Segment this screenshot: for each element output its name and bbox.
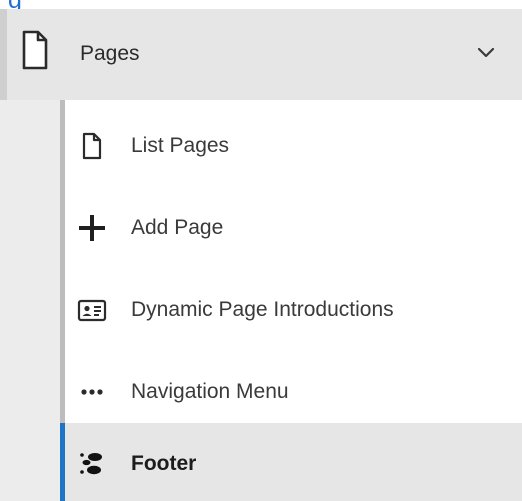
- menu-item-label: Add Page: [131, 216, 224, 239]
- page-icon: [22, 30, 48, 70]
- sidebar-nav: g Pages List Pages Add Page Dynamic Page…: [0, 0, 522, 501]
- menu-item-list-pages[interactable]: List Pages: [65, 105, 522, 187]
- active-indicator: [60, 423, 65, 501]
- plus-icon: [79, 215, 105, 241]
- page-icon: [82, 132, 102, 160]
- more-horizontal-icon: [81, 389, 103, 395]
- menu-item-add-page[interactable]: Add Page: [65, 187, 522, 269]
- pages-submenu: List Pages Add Page Dynamic Page Introdu…: [0, 100, 522, 501]
- menu-item-label: List Pages: [131, 134, 230, 157]
- menu-item-footer[interactable]: Footer: [60, 423, 522, 501]
- submenu-gutter: [0, 100, 60, 501]
- menu-item-label: Navigation Menu: [131, 380, 289, 403]
- menu-item-label: Footer: [131, 452, 197, 475]
- menu-item-navigation-menu[interactable]: Navigation Menu: [65, 351, 522, 433]
- id-card-icon: [77, 299, 107, 322]
- footprints-icon: [80, 453, 102, 475]
- menu-item-dynamic-page-introductions[interactable]: Dynamic Page Introductions: [65, 269, 522, 351]
- section-left-bar: [0, 9, 7, 100]
- pages-section-title: Pages: [80, 42, 140, 65]
- pages-section-header[interactable]: Pages: [0, 9, 522, 100]
- chevron-down-icon[interactable]: [477, 47, 495, 59]
- menu-item-label: Dynamic Page Introductions: [131, 298, 394, 321]
